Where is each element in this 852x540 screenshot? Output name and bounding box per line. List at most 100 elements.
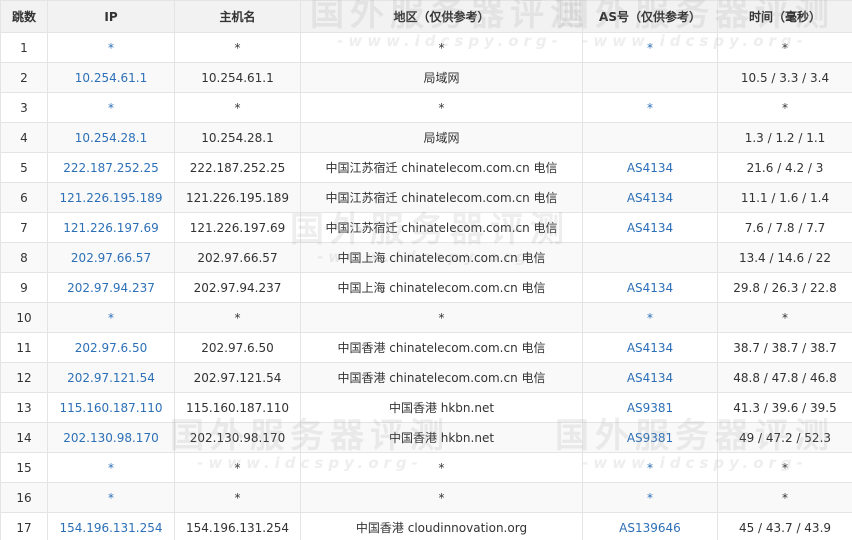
ip-cell[interactable]: 202.97.94.237 xyxy=(47,272,175,303)
column-header-asn: AS号（仅供参考） xyxy=(582,0,718,33)
table-row: 10 * * * * * xyxy=(0,302,852,333)
column-header-time: 时间（毫秒） xyxy=(717,0,852,33)
asn-cell[interactable]: AS4134 xyxy=(582,272,718,303)
hostname-cell: 121.226.197.69 xyxy=(174,212,301,243)
hop-cell: 15 xyxy=(0,452,48,483)
ip-cell[interactable]: 202.97.66.57 xyxy=(47,242,175,273)
hop-cell: 7 xyxy=(0,212,48,243)
ip-cell: * xyxy=(47,482,175,513)
time-cell: * xyxy=(717,452,852,483)
asn-cell[interactable]: AS9381 xyxy=(582,422,718,453)
ip-cell[interactable]: 115.160.187.110 xyxy=(47,392,175,423)
time-cell: 7.6 / 7.8 / 7.7 xyxy=(717,212,852,243)
ip-cell[interactable]: 202.97.121.54 xyxy=(47,362,175,393)
hop-cell: 3 xyxy=(0,92,48,123)
hostname-cell: * xyxy=(174,482,301,513)
asn-cell: * xyxy=(582,302,718,333)
ip-cell[interactable]: 121.226.195.189 xyxy=(47,182,175,213)
ip-cell[interactable]: 10.254.61.1 xyxy=(47,62,175,93)
region-cell: * xyxy=(300,32,583,63)
hostname-cell: 202.97.66.57 xyxy=(174,242,301,273)
region-cell: 中国江苏宿迁 chinatelecom.com.cn 电信 xyxy=(300,182,583,213)
time-cell: 21.6 / 4.2 / 3 xyxy=(717,152,852,183)
column-header-hostname: 主机名 xyxy=(174,0,301,33)
hop-cell: 16 xyxy=(0,482,48,513)
region-cell: * xyxy=(300,482,583,513)
table-header-row: 跳数 IP 主机名 地区（仅供参考） AS号（仅供参考） 时间（毫秒） xyxy=(0,0,852,33)
hop-cell: 9 xyxy=(0,272,48,303)
asn-cell: * xyxy=(582,452,718,483)
traceroute-result: 跳数 IP 主机名 地区（仅供参考） AS号（仅供参考） 时间（毫秒） 1 * * *… xyxy=(0,0,852,540)
time-cell: * xyxy=(717,32,852,63)
asn-cell[interactable]: AS9381 xyxy=(582,392,718,423)
region-cell: 中国香港 hkbn.net xyxy=(300,422,583,453)
hop-cell: 2 xyxy=(0,62,48,93)
table-row: 9 202.97.94.237 202.97.94.237 中国上海 chinatel… xyxy=(0,272,852,303)
time-cell: 1.3 / 1.2 / 1.1 xyxy=(717,122,852,153)
asn-cell[interactable]: AS4134 xyxy=(582,332,718,363)
table-row: 2 10.254.61.1 10.254.61.1 局域网 10.5 / 3.3 / 3… xyxy=(0,62,852,93)
table-row: 17 154.196.131.254 154.196.131.254 中国香港 clo… xyxy=(0,512,852,540)
region-cell: 中国香港 cloudinnovation.org xyxy=(300,512,583,540)
hop-cell: 13 xyxy=(0,392,48,423)
hostname-cell: 202.97.121.54 xyxy=(174,362,301,393)
table-row: 1 * * * * * xyxy=(0,32,852,63)
hostname-cell: 202.97.94.237 xyxy=(174,272,301,303)
ip-cell[interactable]: 10.254.28.1 xyxy=(47,122,175,153)
asn-cell[interactable]: AS4134 xyxy=(582,182,718,213)
time-cell: 11.1 / 1.6 / 1.4 xyxy=(717,182,852,213)
hop-cell: 11 xyxy=(0,332,48,363)
time-cell: 10.5 / 3.3 / 3.4 xyxy=(717,62,852,93)
region-cell: 中国江苏宿迁 chinatelecom.com.cn 电信 xyxy=(300,152,583,183)
hostname-cell: 121.226.195.189 xyxy=(174,182,301,213)
asn-cell xyxy=(582,62,718,93)
hostname-cell: * xyxy=(174,302,301,333)
ip-cell[interactable]: 202.130.98.170 xyxy=(47,422,175,453)
region-cell: 中国上海 chinatelecom.com.cn 电信 xyxy=(300,272,583,303)
region-cell: 局域网 xyxy=(300,122,583,153)
hostname-cell: 202.130.98.170 xyxy=(174,422,301,453)
table-row: 7 121.226.197.69 121.226.197.69 中国江苏宿迁 chin… xyxy=(0,212,852,243)
traceroute-table: 跳数 IP 主机名 地区（仅供参考） AS号（仅供参考） 时间（毫秒） 1 * * *… xyxy=(0,0,852,540)
ip-cell[interactable]: 202.97.6.50 xyxy=(47,332,175,363)
region-cell: * xyxy=(300,302,583,333)
region-cell: 中国香港 chinatelecom.com.cn 电信 xyxy=(300,362,583,393)
table-row: 12 202.97.121.54 202.97.121.54 中国香港 chinate… xyxy=(0,362,852,393)
hop-cell: 14 xyxy=(0,422,48,453)
hostname-cell: 154.196.131.254 xyxy=(174,512,301,540)
asn-cell: * xyxy=(582,32,718,63)
asn-cell: * xyxy=(582,482,718,513)
asn-cell[interactable]: AS4134 xyxy=(582,152,718,183)
time-cell: 13.4 / 14.6 / 22 xyxy=(717,242,852,273)
hostname-cell: * xyxy=(174,452,301,483)
table-row: 4 10.254.28.1 10.254.28.1 局域网 1.3 / 1.2 / 1.… xyxy=(0,122,852,153)
asn-cell[interactable]: AS4134 xyxy=(582,362,718,393)
asn-cell[interactable]: AS4134 xyxy=(582,212,718,243)
column-header-ip: IP xyxy=(47,0,175,33)
table-row: 3 * * * * * xyxy=(0,92,852,123)
ip-cell[interactable]: 222.187.252.25 xyxy=(47,152,175,183)
time-cell: 45 / 43.7 / 43.9 xyxy=(717,512,852,540)
region-cell: * xyxy=(300,452,583,483)
hostname-cell: 222.187.252.25 xyxy=(174,152,301,183)
table-row: 13 115.160.187.110 115.160.187.110 中国香港 hkb… xyxy=(0,392,852,423)
hop-cell: 5 xyxy=(0,152,48,183)
hop-cell: 12 xyxy=(0,362,48,393)
asn-cell[interactable]: AS139646 xyxy=(582,512,718,540)
hostname-cell: * xyxy=(174,32,301,63)
region-cell: 中国上海 chinatelecom.com.cn 电信 xyxy=(300,242,583,273)
hop-cell: 8 xyxy=(0,242,48,273)
time-cell: 41.3 / 39.6 / 39.5 xyxy=(717,392,852,423)
hop-cell: 1 xyxy=(0,32,48,63)
region-cell: 中国江苏宿迁 chinatelecom.com.cn 电信 xyxy=(300,212,583,243)
hop-cell: 6 xyxy=(0,182,48,213)
hostname-cell: 10.254.61.1 xyxy=(174,62,301,93)
ip-cell[interactable]: 121.226.197.69 xyxy=(47,212,175,243)
time-cell: 38.7 / 38.7 / 38.7 xyxy=(717,332,852,363)
hostname-cell: 10.254.28.1 xyxy=(174,122,301,153)
hop-cell: 17 xyxy=(0,512,48,540)
region-cell: 中国香港 chinatelecom.com.cn 电信 xyxy=(300,332,583,363)
hostname-cell: 115.160.187.110 xyxy=(174,392,301,423)
ip-cell[interactable]: 154.196.131.254 xyxy=(47,512,175,540)
asn-cell xyxy=(582,242,718,273)
